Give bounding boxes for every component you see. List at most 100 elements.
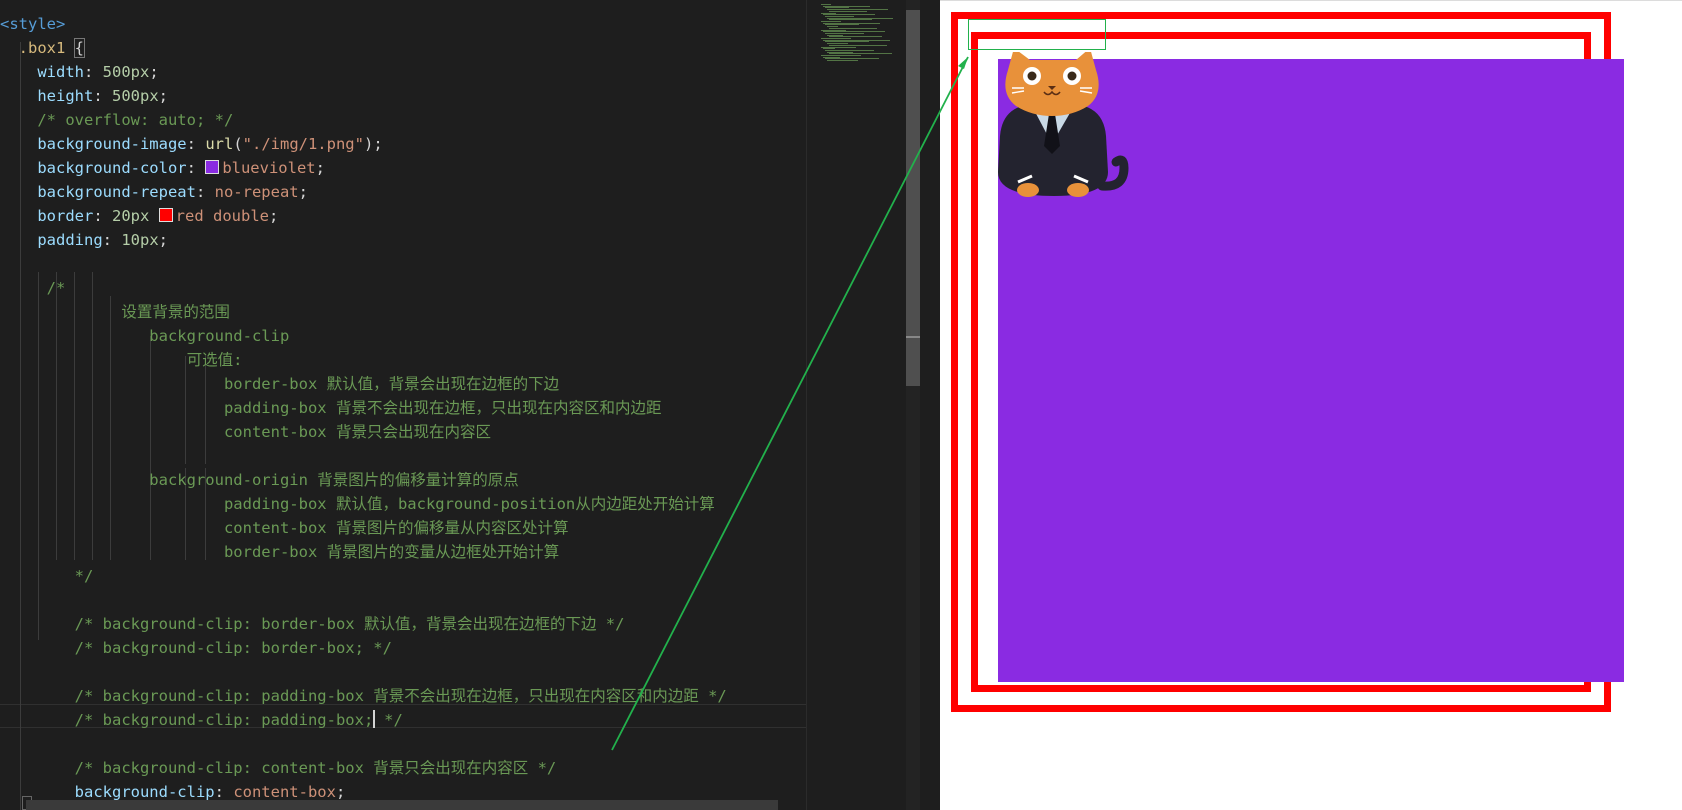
scrollbar-thumb[interactable] bbox=[906, 10, 920, 386]
code-token: <style> bbox=[0, 15, 66, 33]
code-line[interactable]: .box1 { bbox=[0, 36, 86, 60]
code-token: content-box bbox=[233, 783, 336, 801]
minimap-line bbox=[827, 60, 858, 62]
code-line[interactable]: padding: 10px; bbox=[0, 228, 168, 252]
code-line[interactable]: padding-box 背景不会出现在边框，只出现在内容区和内边距 bbox=[0, 396, 662, 420]
scrollbar-cursor-marker bbox=[906, 336, 920, 338]
code-token: /* bbox=[0, 279, 66, 297]
code-line[interactable]: height: 500px; bbox=[0, 84, 168, 108]
code-token: 10px bbox=[121, 231, 159, 249]
code-token: blueviolet bbox=[222, 159, 316, 177]
code-line[interactable]: /* background-clip: content-box 背景只会出现在内… bbox=[0, 756, 557, 780]
code-token: border bbox=[37, 207, 94, 225]
code-token: background-color bbox=[37, 159, 187, 177]
code-token: : bbox=[186, 135, 206, 153]
code-token: ); bbox=[363, 135, 383, 153]
code-token: red double bbox=[175, 207, 269, 225]
code-line[interactable]: 可选值: bbox=[0, 348, 243, 372]
code-line[interactable]: width: 500px; bbox=[0, 60, 158, 84]
code-token: : bbox=[195, 183, 215, 201]
code-token: /* background-clip: padding-box; bbox=[0, 711, 374, 729]
code-token: : bbox=[93, 87, 112, 105]
code-line[interactable]: /* bbox=[0, 276, 66, 300]
code-token: ; bbox=[158, 231, 168, 249]
code-line[interactable]: /* background-clip: border-box 默认值，背景会出现… bbox=[0, 612, 625, 636]
color-swatch-icon[interactable] bbox=[205, 160, 220, 174]
code-token: content-box 背景只会出现在内容区 bbox=[0, 423, 491, 441]
code-token: ( bbox=[233, 135, 243, 153]
minimap[interactable] bbox=[806, 0, 907, 810]
code-token: /* background-clip: border-box; */ bbox=[0, 639, 392, 657]
code-line[interactable]: */ bbox=[0, 564, 94, 588]
code-token: /* background-clip: border-box 默认值，背景会出现… bbox=[0, 615, 625, 633]
code-token: background-repeat bbox=[37, 183, 196, 201]
code-line[interactable]: background-color: blueviolet; bbox=[0, 156, 325, 180]
code-token: width bbox=[37, 63, 84, 81]
code-line[interactable]: background-image: url("./img/1.png"); bbox=[0, 132, 383, 156]
annotation-highlight-box bbox=[968, 19, 1106, 50]
code-token: url bbox=[205, 135, 234, 153]
code-token: 设置背景的范围 bbox=[0, 303, 230, 321]
code-line[interactable]: 设置背景的范围 bbox=[0, 300, 230, 324]
code-token: ; bbox=[298, 183, 308, 201]
code-token: content-box 背景图片的偏移量从内容区处计算 bbox=[0, 519, 569, 537]
code-token: .box1 bbox=[0, 39, 75, 57]
code-line[interactable]: border-box 背景图片的变量从边框处开始计算 bbox=[0, 540, 559, 564]
code-line[interactable]: /* background-clip: padding-box; */ bbox=[0, 708, 403, 732]
color-swatch-icon[interactable] bbox=[158, 208, 173, 222]
editor-edge bbox=[920, 0, 940, 810]
code-token: "./img/1.png" bbox=[242, 135, 364, 153]
code-line[interactable]: /* background-clip: border-box; */ bbox=[0, 636, 392, 660]
code-token: : bbox=[84, 63, 103, 81]
code-token: padding bbox=[37, 231, 103, 249]
code-line[interactable]: /* background-clip: padding-box 背景不会出现在边… bbox=[0, 684, 727, 708]
cat-in-suit-illustration bbox=[998, 52, 1129, 197]
preview-top-edge bbox=[940, 0, 1682, 1]
code-token: : bbox=[214, 783, 234, 801]
code-token: background-origin 背景图片的偏移量计算的原点 bbox=[0, 471, 519, 489]
browser-preview bbox=[940, 0, 1682, 810]
code-line[interactable]: border: 20px red double; bbox=[0, 204, 278, 228]
code-token: border-box 默认值，背景会出现在边框的下边 bbox=[0, 375, 560, 393]
vertical-scrollbar[interactable] bbox=[906, 0, 920, 810]
horizontal-scrollbar[interactable] bbox=[26, 800, 778, 810]
code-token: background-image bbox=[37, 135, 187, 153]
code-token: : bbox=[102, 231, 122, 249]
code-token: no-repeat bbox=[214, 183, 299, 201]
code-line[interactable]: content-box 背景图片的偏移量从内容区处计算 bbox=[0, 516, 569, 540]
code-editor[interactable]: <style> .box1 { width: 500px; height: 50… bbox=[0, 0, 806, 810]
code-token: : bbox=[186, 159, 206, 177]
code-line[interactable]: content-box 背景只会出现在内容区 bbox=[0, 420, 491, 444]
code-token: /* background-clip: content-box 背景只会出现在内… bbox=[0, 759, 557, 777]
code-token: background-clip bbox=[0, 327, 290, 345]
code-token: ; bbox=[158, 87, 169, 105]
code-token: */ bbox=[0, 567, 94, 585]
code-token: ; bbox=[335, 783, 346, 801]
code-token: */ bbox=[374, 711, 403, 729]
code-token: 500px bbox=[112, 87, 159, 105]
code-token: 500px bbox=[102, 63, 150, 81]
code-token: /* overflow: auto; */ bbox=[0, 111, 234, 129]
code-token: ; bbox=[315, 159, 325, 177]
code-token: height bbox=[37, 87, 94, 105]
code-token: : bbox=[93, 207, 112, 225]
code-token: border-box 背景图片的变量从边框处开始计算 bbox=[0, 543, 560, 561]
code-token: padding-box 背景不会出现在边框，只出现在内容区和内边距 bbox=[0, 399, 662, 417]
code-line[interactable]: background-clip bbox=[0, 324, 289, 348]
box1-element bbox=[951, 12, 1624, 712]
code-token: ; bbox=[269, 207, 279, 225]
code-line[interactable]: /* overflow: auto; */ bbox=[0, 108, 233, 132]
code-line[interactable]: background-repeat: no-repeat; bbox=[0, 180, 308, 204]
code-token: 可选值: bbox=[0, 351, 243, 369]
code-line[interactable]: padding-box 默认值，background-position从内边距处… bbox=[0, 492, 715, 516]
code-line[interactable]: background-origin 背景图片的偏移量计算的原点 bbox=[0, 468, 519, 492]
code-line[interactable]: border-box 默认值，背景会出现在边框的下边 bbox=[0, 372, 559, 396]
code-line[interactable]: <style> bbox=[0, 12, 65, 36]
